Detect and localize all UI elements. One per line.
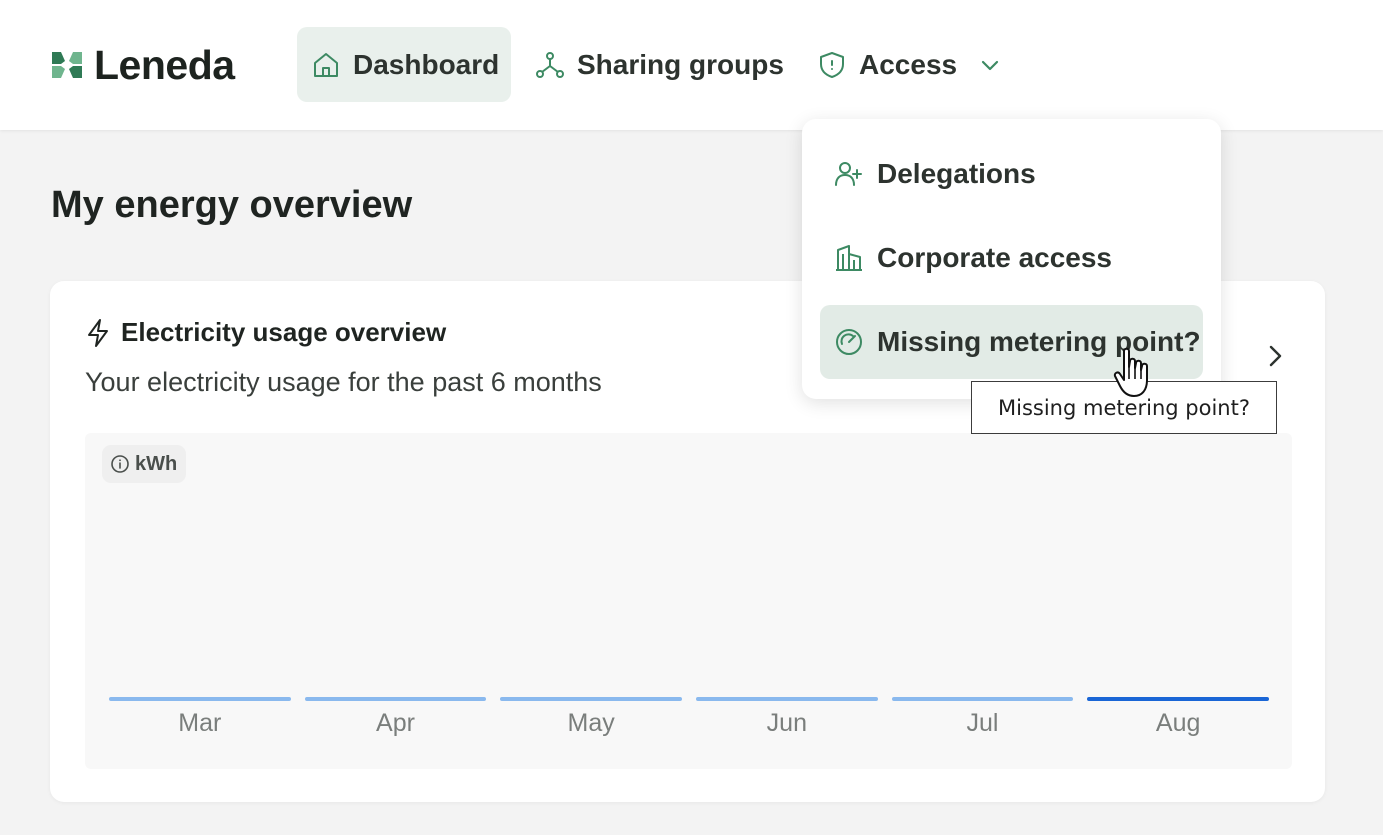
- card-header: Electricity usage overview: [85, 317, 446, 348]
- top-header: Leneda Dashboard Sharing groups Access: [0, 0, 1383, 130]
- building-icon: [836, 245, 862, 271]
- network-icon: [536, 51, 564, 78]
- menu-item-label: Missing metering point?: [877, 326, 1201, 357]
- month-label: Mar: [178, 709, 222, 737]
- nav-access-label: Access: [859, 48, 958, 80]
- usage-chart: kWh Mar Apr May Jun Jul Aug: [85, 433, 1292, 769]
- card-subtitle: Your electricity usage for the past 6 mo…: [85, 367, 602, 397]
- chevron-right-icon[interactable]: [1260, 341, 1290, 371]
- brand-name: Leneda: [94, 41, 235, 88]
- unit-badge[interactable]: kWh: [102, 445, 187, 483]
- nav-access[interactable]: Access: [815, 27, 1003, 102]
- menu-item-corporate-access[interactable]: Corporate access: [820, 221, 1203, 295]
- home-icon: [314, 52, 338, 77]
- brand-logo[interactable]: Leneda: [50, 41, 235, 88]
- card-title: Electricity usage overview: [121, 317, 447, 347]
- chart-bar-mar[interactable]: [109, 697, 291, 701]
- leneda-logo-icon: [52, 52, 82, 78]
- user-plus-icon: [835, 162, 862, 186]
- menu-item-label: Delegations: [877, 158, 1036, 189]
- menu-item-label: Corporate access: [877, 242, 1113, 273]
- menu-item-delegations[interactable]: Delegations: [820, 137, 1203, 211]
- info-icon: [111, 455, 129, 473]
- chart-bar-apr[interactable]: [304, 697, 487, 701]
- page-title: My energy overview: [51, 184, 413, 226]
- chart-bar-jun[interactable]: [696, 697, 878, 701]
- nav-sharing-groups[interactable]: Sharing groups: [533, 27, 784, 102]
- access-dropdown-menu: Delegations Corporate access Missing met…: [802, 119, 1221, 399]
- month-label: Jul: [966, 709, 999, 737]
- chart-bar-aug[interactable]: [1087, 697, 1269, 701]
- chart-bar-may[interactable]: [500, 697, 682, 701]
- nav-sharing-groups-label: Sharing groups: [577, 48, 784, 80]
- shield-icon: [820, 51, 844, 78]
- month-label: May: [567, 709, 615, 737]
- gauge-icon: [836, 329, 862, 355]
- unit-label: kWh: [135, 452, 178, 475]
- hand-cursor-icon: [1113, 347, 1148, 397]
- nav-dashboard[interactable]: Dashboard: [297, 27, 511, 102]
- month-label: Jun: [766, 709, 807, 737]
- month-label: Aug: [1155, 709, 1201, 737]
- app-page: Leneda Dashboard Sharing groups Access M…: [0, 0, 1383, 835]
- nav-dashboard-label: Dashboard: [353, 48, 500, 80]
- chart-bar-jul[interactable]: [891, 697, 1074, 701]
- month-label: Apr: [376, 709, 415, 737]
- chevron-down-icon: [981, 60, 999, 70]
- lightning-icon: [88, 318, 108, 347]
